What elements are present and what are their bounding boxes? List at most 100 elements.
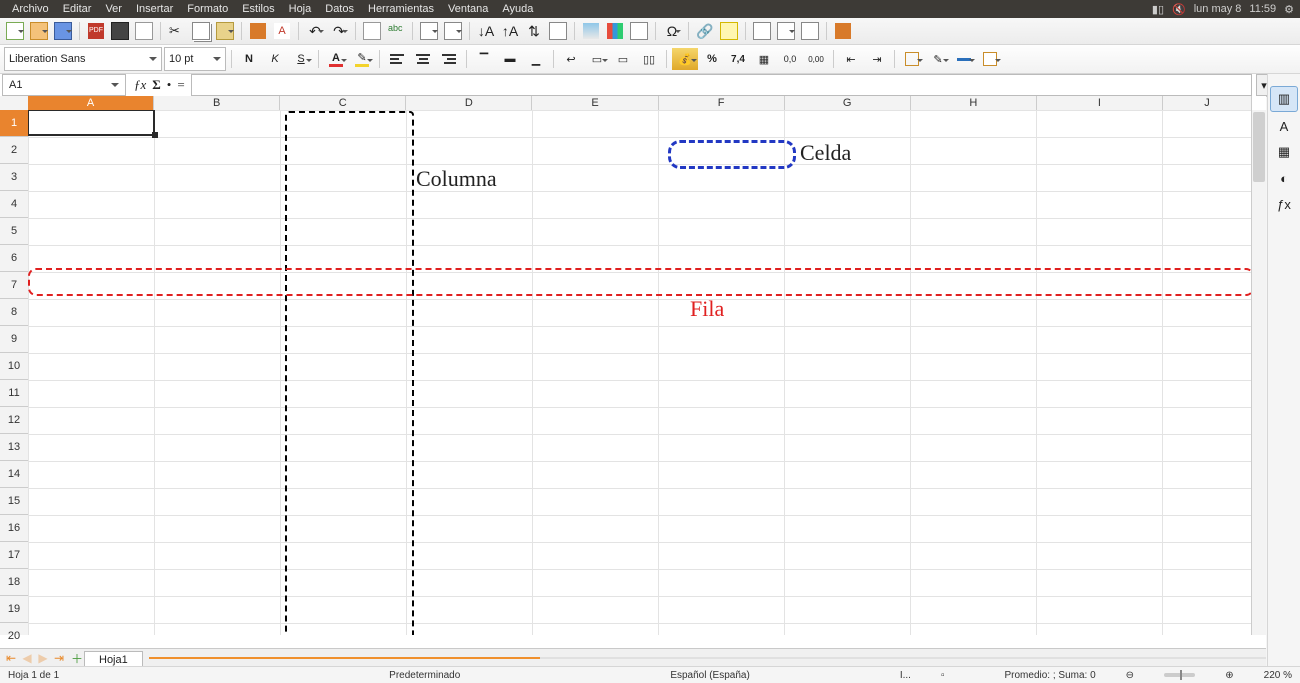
clear-fmt-icon[interactable]: A: [271, 20, 293, 42]
font-name-combo[interactable]: Liberation Sans: [4, 47, 162, 71]
cell[interactable]: [155, 435, 281, 462]
cell[interactable]: [1163, 138, 1252, 165]
cell[interactable]: [155, 273, 281, 300]
cell[interactable]: [659, 597, 785, 624]
clone-fmt-icon[interactable]: [247, 20, 269, 42]
language-label[interactable]: Español (España): [670, 670, 750, 681]
cell[interactable]: [785, 354, 911, 381]
menu-herramientas[interactable]: Herramientas: [362, 3, 440, 15]
cell[interactable]: [659, 489, 785, 516]
cell[interactable]: [281, 381, 407, 408]
indent-inc-button[interactable]: ⇤: [839, 48, 863, 70]
cell[interactable]: [1037, 516, 1163, 543]
cell[interactable]: [911, 219, 1037, 246]
cell[interactable]: [281, 219, 407, 246]
cells-area[interactable]: Columna Celda Fila: [28, 110, 1252, 635]
row-header-6[interactable]: 6: [0, 245, 28, 272]
functions-icon[interactable]: ƒx: [1271, 192, 1297, 216]
cell[interactable]: [533, 273, 659, 300]
row-header-4[interactable]: 4: [0, 191, 28, 218]
cell[interactable]: [29, 543, 155, 570]
cell[interactable]: [785, 516, 911, 543]
col-header-A[interactable]: A: [28, 96, 154, 110]
cell[interactable]: [407, 354, 533, 381]
cell[interactable]: [155, 462, 281, 489]
column-headers[interactable]: ABCDEFGHIJ: [28, 96, 1252, 111]
cell[interactable]: [659, 192, 785, 219]
copy-icon[interactable]: [190, 20, 212, 42]
redo-icon[interactable]: ↷: [328, 20, 350, 42]
cell[interactable]: [281, 597, 407, 624]
valign-mid-button[interactable]: ▬: [498, 48, 522, 70]
cell[interactable]: [281, 543, 407, 570]
sort-asc-icon[interactable]: ↓A: [475, 20, 497, 42]
cell[interactable]: [785, 462, 911, 489]
cell[interactable]: [911, 381, 1037, 408]
cell[interactable]: [533, 624, 659, 636]
cell[interactable]: [29, 435, 155, 462]
cell[interactable]: [29, 165, 155, 192]
cell[interactable]: [1163, 570, 1252, 597]
cell[interactable]: [281, 327, 407, 354]
cell[interactable]: [281, 489, 407, 516]
row-header-5[interactable]: 5: [0, 218, 28, 245]
currency-button[interactable]: 💰: [672, 48, 698, 70]
cell[interactable]: [785, 435, 911, 462]
row-header-11[interactable]: 11: [0, 380, 28, 407]
dec-dec-button[interactable]: 0,00: [804, 48, 828, 70]
row-header-1[interactable]: 1: [0, 110, 28, 137]
menu-formato[interactable]: Formato: [181, 3, 234, 15]
cell[interactable]: [1163, 597, 1252, 624]
cell[interactable]: [1037, 435, 1163, 462]
headers-icon[interactable]: [751, 20, 773, 42]
merge-center-button[interactable]: ▭: [611, 48, 635, 70]
cell[interactable]: [1037, 381, 1163, 408]
settings-icon[interactable]: ⚙: [1284, 3, 1294, 16]
cell[interactable]: [155, 300, 281, 327]
cell[interactable]: [785, 624, 911, 636]
chart-icon[interactable]: [604, 20, 626, 42]
add-sheet-icon[interactable]: ＋: [70, 651, 84, 665]
cell[interactable]: [1037, 219, 1163, 246]
cell[interactable]: [533, 543, 659, 570]
col-header-G[interactable]: G: [785, 96, 911, 110]
zoom-slider[interactable]: [1164, 673, 1195, 677]
menu-editar[interactable]: Editar: [57, 3, 98, 15]
cell[interactable]: [533, 327, 659, 354]
preview-icon[interactable]: [133, 20, 155, 42]
cell[interactable]: [533, 192, 659, 219]
navigator-icon[interactable]: ◐: [1271, 166, 1297, 190]
cell[interactable]: [659, 381, 785, 408]
first-sheet-icon[interactable]: ⇤: [4, 651, 18, 665]
cell[interactable]: [281, 246, 407, 273]
prev-sheet-icon[interactable]: ◀: [20, 651, 34, 665]
cell[interactable]: [29, 192, 155, 219]
cell[interactable]: [533, 489, 659, 516]
cell[interactable]: [659, 624, 785, 636]
cell[interactable]: [785, 543, 911, 570]
cell[interactable]: [1037, 300, 1163, 327]
cell[interactable]: [155, 192, 281, 219]
sheet-tab[interactable]: Hoja1: [84, 651, 143, 668]
cell[interactable]: [1163, 435, 1252, 462]
cell[interactable]: [407, 111, 533, 138]
menu-ver[interactable]: Ver: [99, 3, 128, 15]
date-button[interactable]: ▦: [752, 48, 776, 70]
cell[interactable]: [785, 570, 911, 597]
cell[interactable]: [1037, 570, 1163, 597]
cell[interactable]: [785, 246, 911, 273]
image-icon[interactable]: [580, 20, 602, 42]
cell[interactable]: [659, 300, 785, 327]
cell[interactable]: [1037, 408, 1163, 435]
border-color-button[interactable]: [952, 48, 976, 70]
cell[interactable]: [785, 381, 911, 408]
spreadsheet-grid[interactable]: ABCDEFGHIJ 12345678910111213141516171819…: [0, 96, 1266, 649]
cell[interactable]: [407, 597, 533, 624]
styles-icon[interactable]: A: [1271, 114, 1297, 138]
italic-button[interactable]: K: [263, 48, 287, 70]
spell-icon[interactable]: abc: [385, 20, 407, 42]
cell[interactable]: [281, 435, 407, 462]
number-button[interactable]: 7,4: [726, 48, 750, 70]
split-icon[interactable]: [799, 20, 821, 42]
draw-icon[interactable]: [832, 20, 854, 42]
